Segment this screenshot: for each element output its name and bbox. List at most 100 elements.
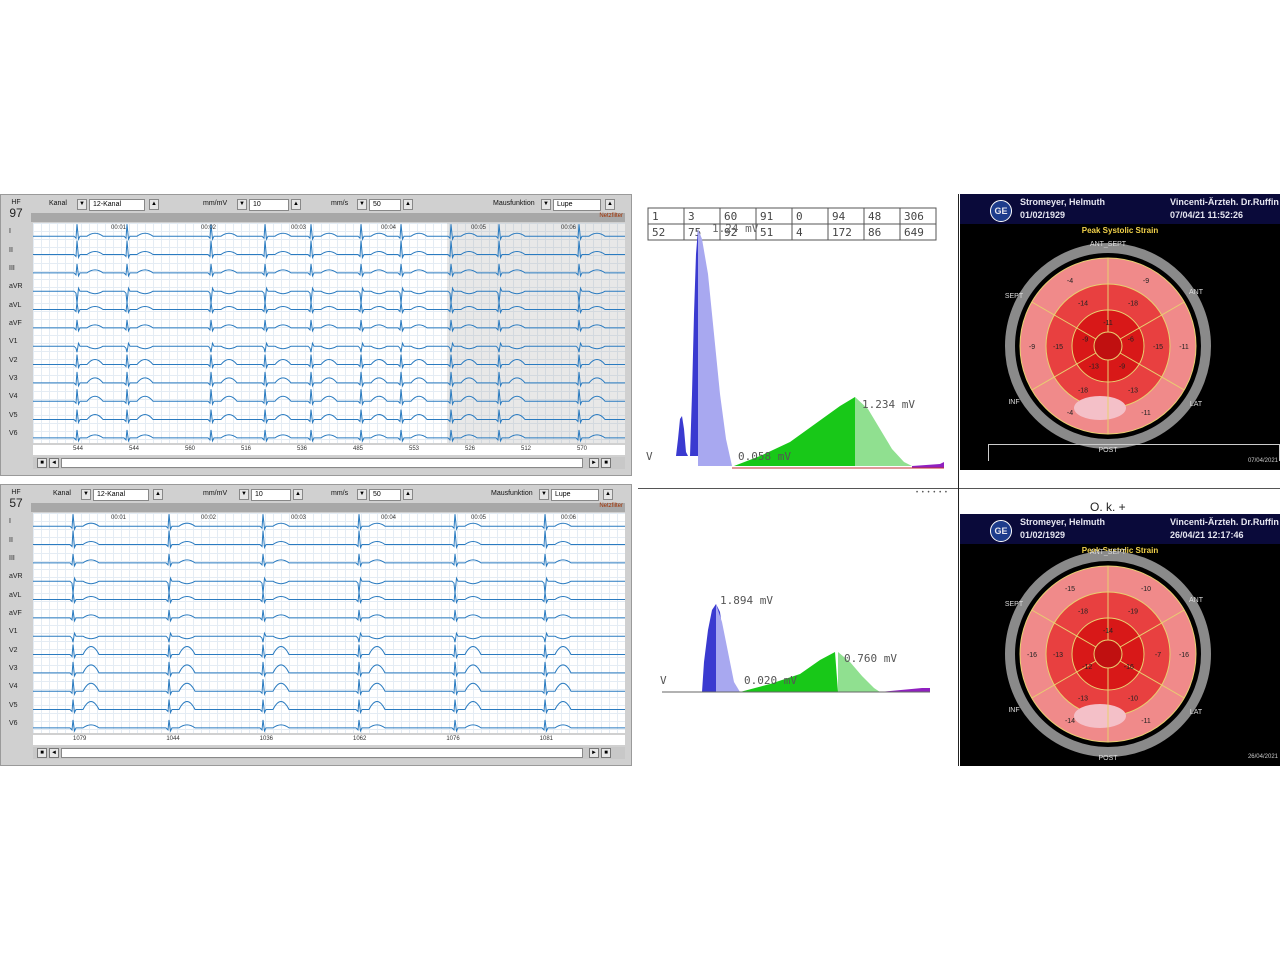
netzfilter-label[interactable]: Netzfilter bbox=[599, 213, 623, 219]
edge-label: V bbox=[646, 450, 653, 463]
mmmv-select[interactable]: 10 bbox=[249, 199, 289, 211]
strain-value: -14 bbox=[1065, 718, 1075, 725]
footer-box bbox=[988, 444, 1280, 461]
mmmv-up-icon[interactable]: ▲ bbox=[293, 489, 303, 500]
horizontal-divider bbox=[638, 488, 1280, 489]
mmmv-up-icon[interactable]: ▲ bbox=[291, 199, 301, 210]
scroll-left-icon[interactable]: ◄ bbox=[49, 458, 59, 468]
segment-label: POST bbox=[1098, 755, 1118, 762]
maus-dropdown-icon[interactable]: ▼ bbox=[541, 199, 551, 210]
scroll-right-icon[interactable]: ► bbox=[589, 458, 599, 468]
segment-label: ANT bbox=[1189, 597, 1204, 604]
time-marker: 00:02 bbox=[201, 515, 217, 521]
rr-value: 1079 bbox=[73, 736, 87, 742]
kanal-dropdown-icon[interactable]: ▼ bbox=[77, 199, 87, 210]
netzfilter-label[interactable]: Netzfilter bbox=[599, 503, 623, 509]
hf-value: 57 bbox=[9, 496, 23, 510]
strain-value: -18 bbox=[1078, 387, 1088, 394]
strain-value: -15 bbox=[1053, 344, 1063, 351]
edge-label: V bbox=[660, 674, 667, 687]
ecg-trace bbox=[33, 409, 625, 425]
kanal-dropdown-icon[interactable]: ▼ bbox=[81, 489, 91, 500]
scroll-track[interactable] bbox=[61, 748, 583, 758]
time-marker: 00:04 bbox=[381, 515, 397, 521]
lead-label: V6 bbox=[9, 429, 18, 437]
lead-label: aVF bbox=[9, 319, 22, 327]
mmmv-dropdown-icon[interactable]: ▼ bbox=[239, 489, 249, 500]
mms-up-icon[interactable]: ▲ bbox=[403, 199, 413, 210]
ecg-scrollbar[interactable]: ■ ◄ ► ■ bbox=[33, 457, 625, 469]
strain-value: -16 bbox=[1124, 664, 1134, 671]
scroll-end-icon[interactable]: ■ bbox=[601, 458, 611, 468]
strain-value: -16 bbox=[1179, 652, 1189, 659]
ecg-scrollbar[interactable]: ■ ◄ ► ■ bbox=[33, 747, 625, 759]
ge-logo-icon: GE bbox=[990, 200, 1012, 222]
scroll-start-icon[interactable]: ■ bbox=[37, 458, 47, 468]
maus-select[interactable]: Lupe bbox=[553, 199, 601, 211]
ecg-trace bbox=[33, 263, 625, 278]
ok-label[interactable]: O. k. + bbox=[1090, 500, 1126, 514]
rr-value: 544 bbox=[73, 446, 84, 452]
rr-value: 1076 bbox=[446, 736, 460, 742]
mms-select[interactable]: 50 bbox=[369, 489, 401, 501]
kanal-select[interactable]: 12-Kanal bbox=[89, 199, 145, 211]
ecg-traces bbox=[33, 514, 625, 733]
mmmv-select[interactable]: 10 bbox=[251, 489, 291, 501]
mms-dropdown-icon[interactable]: ▼ bbox=[357, 199, 367, 210]
mms-up-icon[interactable]: ▲ bbox=[403, 489, 413, 500]
ecg-trace bbox=[33, 530, 625, 550]
ecg-header-bar: Netzfilter bbox=[31, 503, 625, 512]
scroll-left-icon[interactable]: ◄ bbox=[49, 748, 59, 758]
lead-label: III bbox=[9, 554, 15, 562]
table-cell: 0 bbox=[796, 210, 803, 223]
spectrum-panel-bottom: 1.894 mV 0.020 mV 0.760 mV V bbox=[640, 512, 956, 762]
ecg-panel-bottom: HF 57 Kanal ▼ 12-Kanal ▲ mm/mV ▼ 10 ▲ mm… bbox=[0, 484, 632, 766]
strain-value: -18 bbox=[1128, 301, 1138, 308]
ecg-trace bbox=[33, 286, 625, 304]
table-cell: 172 bbox=[832, 226, 852, 239]
segment-label: ANT_SEPT bbox=[1090, 549, 1127, 556]
mms-dropdown-icon[interactable]: ▼ bbox=[357, 489, 367, 500]
strain-value: -7 bbox=[1155, 652, 1161, 659]
maus-up-icon[interactable]: ▲ bbox=[603, 489, 613, 500]
bullseye-panel-bottom: GE Stromeyer, Helmuth 01/02/1929 Vincent… bbox=[960, 514, 1280, 766]
ecg-trace bbox=[33, 319, 625, 333]
spectrum-plot-top: 1 3 60 91 0 94 48 30652 75 92 51 4 172 86 649 1.24 mV … bbox=[646, 207, 944, 469]
strain-value: -10 bbox=[1128, 695, 1138, 702]
strain-value: -19 bbox=[1128, 609, 1138, 616]
kanal-up-icon[interactable]: ▲ bbox=[153, 489, 163, 500]
lead-label: aVR bbox=[9, 573, 23, 581]
time-marker: 00:05 bbox=[471, 515, 487, 521]
label-overlap: 1.24 mV bbox=[712, 222, 759, 235]
strain-value: -11 bbox=[1179, 344, 1189, 351]
strain-value: -12 bbox=[1082, 664, 1092, 671]
scroll-track[interactable] bbox=[61, 458, 583, 468]
scroll-start-icon[interactable]: ■ bbox=[37, 748, 47, 758]
strain-value: -4 bbox=[1067, 278, 1073, 285]
mmmv-dropdown-icon[interactable]: ▼ bbox=[237, 199, 247, 210]
kanal-select[interactable]: 12-Kanal bbox=[93, 489, 149, 501]
peak-main-tail bbox=[698, 229, 732, 466]
segment-label: LAT bbox=[1190, 401, 1203, 408]
maus-up-icon[interactable]: ▲ bbox=[605, 199, 615, 210]
mms-select[interactable]: 50 bbox=[369, 199, 401, 211]
scroll-right-icon[interactable]: ► bbox=[589, 748, 599, 758]
lead-label: II bbox=[9, 536, 13, 544]
strain-value: -4 bbox=[1067, 410, 1073, 417]
label-right: 1.234 mV bbox=[862, 398, 915, 411]
table-cell: 51 bbox=[760, 226, 773, 239]
ecg-trace bbox=[33, 341, 625, 353]
pager-dots[interactable]: • • • • • • bbox=[916, 490, 956, 496]
rr-value: 1036 bbox=[259, 736, 274, 742]
rr-value: 516 bbox=[241, 446, 252, 452]
maus-select[interactable]: Lupe bbox=[551, 489, 599, 501]
kanal-up-icon[interactable]: ▲ bbox=[149, 199, 159, 210]
strain-value: -11 bbox=[1141, 718, 1151, 725]
strain-value: -9 bbox=[1143, 278, 1149, 285]
maus-dropdown-icon[interactable]: ▼ bbox=[539, 489, 549, 500]
kanal-label: Kanal bbox=[49, 200, 67, 207]
scroll-end-icon[interactable]: ■ bbox=[601, 748, 611, 758]
vertical-divider bbox=[958, 194, 959, 766]
ecg-trace bbox=[33, 644, 625, 660]
strain-value: -9 bbox=[1029, 344, 1035, 351]
